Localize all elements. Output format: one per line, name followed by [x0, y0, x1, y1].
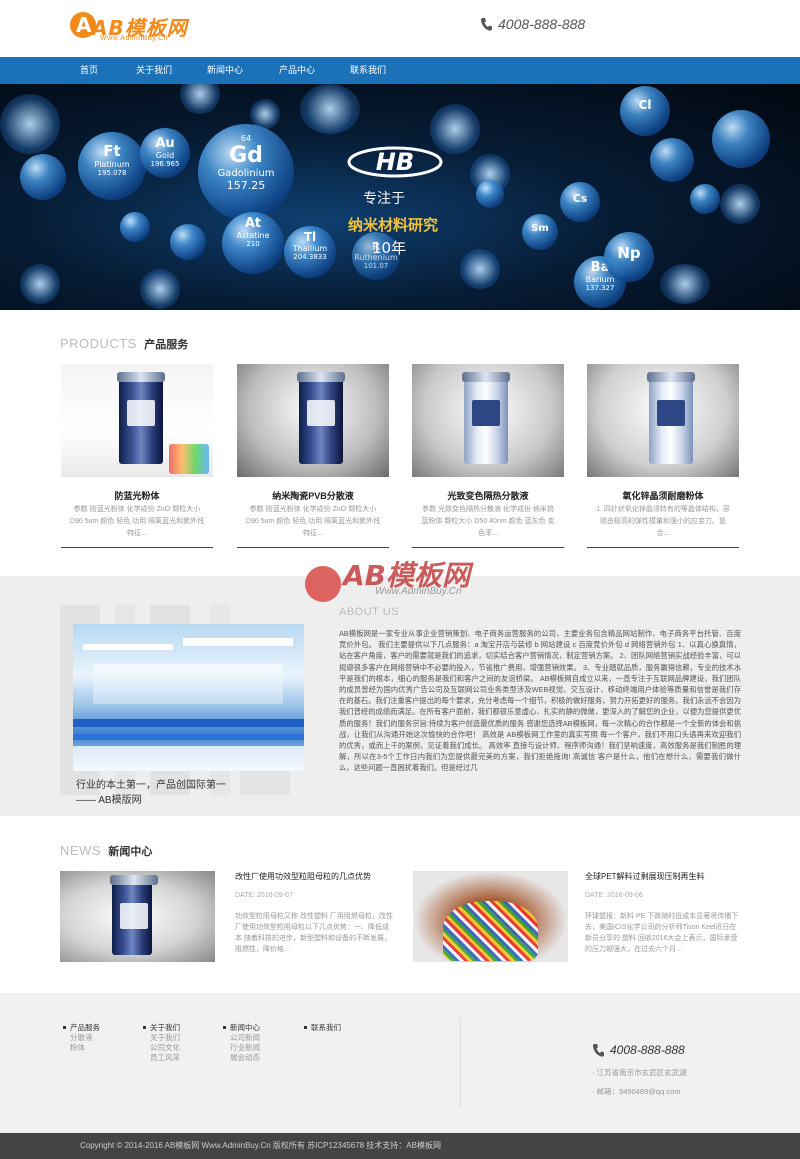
news-title-en: NEWS	[60, 843, 101, 858]
product-name[interactable]: 氧化锌晶须耐磨粉体	[587, 489, 739, 502]
banner-line2: 纳米材料研究	[348, 216, 439, 234]
footer-column-heading[interactable]: 新闻中心	[223, 1022, 260, 1033]
element-bubble-cesium: Cs	[560, 182, 600, 222]
product-card[interactable]: 防蓝光粉体 参数 防蓝光粉体 化学成份 ZnO 颗粒大小 D90 5um 颜色 …	[61, 364, 213, 548]
footer-address: · 江苏省南京市玄武区玄武湖	[592, 1068, 687, 1077]
watermark-subtitle: Www.AdminBuy.Cn	[375, 586, 462, 597]
footer-link[interactable]: 公司文化	[150, 1043, 180, 1053]
footer-phone-number: 4008-888-888	[610, 1043, 685, 1057]
hb-brand-logo: HB	[347, 146, 443, 178]
site-logo[interactable]: AB模板网 Www.AdminBuy.Cn	[70, 10, 190, 46]
element-bubble-gold: Au Gold 196.965	[140, 128, 190, 178]
product-name[interactable]: 防蓝光粉体	[61, 489, 213, 502]
footer-column-products: 产品服务 分散液 粉体	[63, 1022, 100, 1053]
divider	[587, 547, 739, 548]
about-caption-line2: —— AB模版网	[76, 795, 142, 806]
main-nav: 首页 关于我们 新闻中心 产品中心 联系我们	[0, 57, 800, 84]
about-title-en: ABOUT US	[339, 606, 400, 618]
news-item-date: DATE: 2016-09-06	[585, 892, 643, 899]
news-section-title: NEWS 新闻中心	[60, 843, 152, 859]
product-image[interactable]	[412, 364, 564, 477]
phone-icon	[481, 18, 492, 31]
footer-column-about: 关于我们 关于我们 公司文化 员工风采	[143, 1022, 180, 1063]
element-bubble-gadolinium: 64 Gd Gadolinium 157.25	[198, 124, 294, 220]
about-body: AB模板网是一家专业从事企业营销策划、电子商务运营服务的公司，主要业务包含精品网…	[339, 629, 741, 773]
news-item-date: DATE: 2016-09-07	[235, 892, 293, 899]
news-image[interactable]	[413, 871, 568, 962]
products-section-title: PRODUCTS 产品服务	[60, 336, 188, 352]
footer-column-heading[interactable]: 联系我们	[304, 1022, 341, 1033]
nav-item-news[interactable]: 新闻中心	[207, 57, 243, 84]
product-desc: 参数 防蓝光粉体 化学成份 ZnO 颗粒大小 D90 5um 颜色 轻色 功用 …	[69, 506, 205, 537]
product-desc: 参数 防蓝光粉体 化学成份 ZnO 颗粒大小 D90 5um 颜色 轻色 功用 …	[245, 506, 381, 537]
element-bubble-platinum: Ft Platinum 195.078	[78, 132, 146, 200]
banner-line3: 10年	[372, 239, 407, 257]
product-card[interactable]: 氧化锌晶须耐磨粉体 1. 四针状氧化锌晶须特有的等晶体结构，容阻由极高的弹性模量…	[587, 364, 739, 548]
footer-link[interactable]: 员工风采	[150, 1053, 180, 1063]
footer-email: · 邮箱：9490489@qq.com	[592, 1087, 681, 1096]
banner-line1: 专注于	[363, 191, 405, 207]
site-header: AB模板网 Www.AdminBuy.Cn 4008-888-888	[0, 0, 800, 57]
nav-item-about[interactable]: 关于我们	[136, 57, 172, 84]
header-phone-number: 4008-888-888	[498, 16, 586, 32]
divider	[61, 547, 213, 548]
site-footer	[0, 993, 800, 1133]
element-bubble-samarium: Sm	[522, 214, 558, 250]
about-caption-line1: 行业的本土第一，产品创国际第一	[76, 780, 226, 791]
products-title-cn: 产品服务	[144, 339, 189, 351]
footer-link[interactable]: 公司新闻	[230, 1033, 260, 1043]
news-item-title[interactable]: 改性厂使用功效型粒阻母粒的几点优势	[235, 871, 371, 882]
news-image[interactable]	[60, 871, 215, 962]
header-phone: 4008-888-888	[480, 16, 585, 32]
product-card[interactable]: 纳米陶瓷PVB分散液 参数 防蓝光粉体 化学成份 ZnO 颗粒大小 D90 5u…	[237, 364, 389, 548]
product-desc: 参数 光致变色隔热分散液 化学成份 纳米钨蓝粉体 颗粒大小 D50 40nm 颜…	[421, 506, 555, 537]
product-desc: 1. 四针状氧化锌晶须特有的等晶体结构，容阻由极高的弹性模量和强小的应变力。复合…	[596, 506, 730, 537]
watermark-logo-icon	[305, 566, 341, 602]
nav-item-products[interactable]: 产品中心	[279, 57, 315, 84]
product-image[interactable]	[587, 364, 739, 477]
copyright-bar: Copyright © 2014-2016 AB模板网 Www.AdminBuy…	[0, 1133, 800, 1159]
product-card[interactable]: 光致变色隔热分散液 参数 光致变色隔热分散液 化学成份 纳米钨蓝粉体 颗粒大小 …	[412, 364, 564, 548]
footer-divider	[460, 1018, 461, 1108]
news-item-desc: 环球塑报：新料 PE 下跌随时低成本显著将传播下去，美国ICIS化学公司的分析师…	[585, 913, 739, 953]
footer-link[interactable]: 分散液	[70, 1033, 100, 1043]
element-bubble-neptunium: Np	[604, 232, 654, 282]
footer-phone: 4008-888-888	[592, 1043, 685, 1057]
hero-banner[interactable]: Ft Platinum 195.078 Au Gold 196.965 64 G…	[0, 84, 800, 310]
footer-link[interactable]: 粉体	[70, 1043, 100, 1053]
news-item-desc: 功效型粒阻母粒又称 改性塑料 厂用阻燃母粒，改性厂使用功效型粒阻母粒以下几点优势…	[235, 913, 393, 953]
nav-item-home[interactable]: 首页	[80, 57, 98, 84]
about-image	[73, 624, 304, 771]
footer-column-contact: 联系我们	[304, 1022, 341, 1033]
element-bubble-thallium: Tl Thallium 204.3833	[284, 226, 336, 278]
footer-link[interactable]: 行业新闻	[230, 1043, 260, 1053]
logo-subtitle: Www.AdminBuy.Cn	[100, 35, 169, 42]
products-title-en: PRODUCTS	[60, 336, 137, 351]
product-image[interactable]	[237, 364, 389, 477]
product-name[interactable]: 纳米陶瓷PVB分散液	[237, 489, 389, 502]
news-item-title[interactable]: 全球PET解料过剩展现压制再生料	[585, 871, 705, 882]
element-bubble-chlorine: Cl	[620, 86, 670, 136]
product-image[interactable]	[61, 364, 213, 477]
phone-icon	[593, 1044, 604, 1057]
footer-link[interactable]: 展会动态	[230, 1053, 260, 1063]
footer-column-news: 新闻中心 公司新闻 行业新闻 展会动态	[223, 1022, 260, 1063]
product-name[interactable]: 光致变色隔热分散液	[412, 489, 564, 502]
footer-link[interactable]: 关于我们	[150, 1033, 180, 1043]
news-title-cn: 新闻中心	[108, 846, 153, 858]
about-caption: 行业的本土第一，产品创国际第一 —— AB模版网	[76, 778, 226, 808]
nav-item-contact[interactable]: 联系我们	[350, 57, 386, 84]
footer-column-heading[interactable]: 关于我们	[143, 1022, 180, 1033]
footer-column-heading[interactable]: 产品服务	[63, 1022, 100, 1033]
svg-text:HB: HB	[376, 148, 414, 176]
watermark: AB模板网 Www.AdminBuy.Cn	[305, 548, 505, 618]
element-bubble-astatine: At Astatine 210	[222, 212, 284, 274]
